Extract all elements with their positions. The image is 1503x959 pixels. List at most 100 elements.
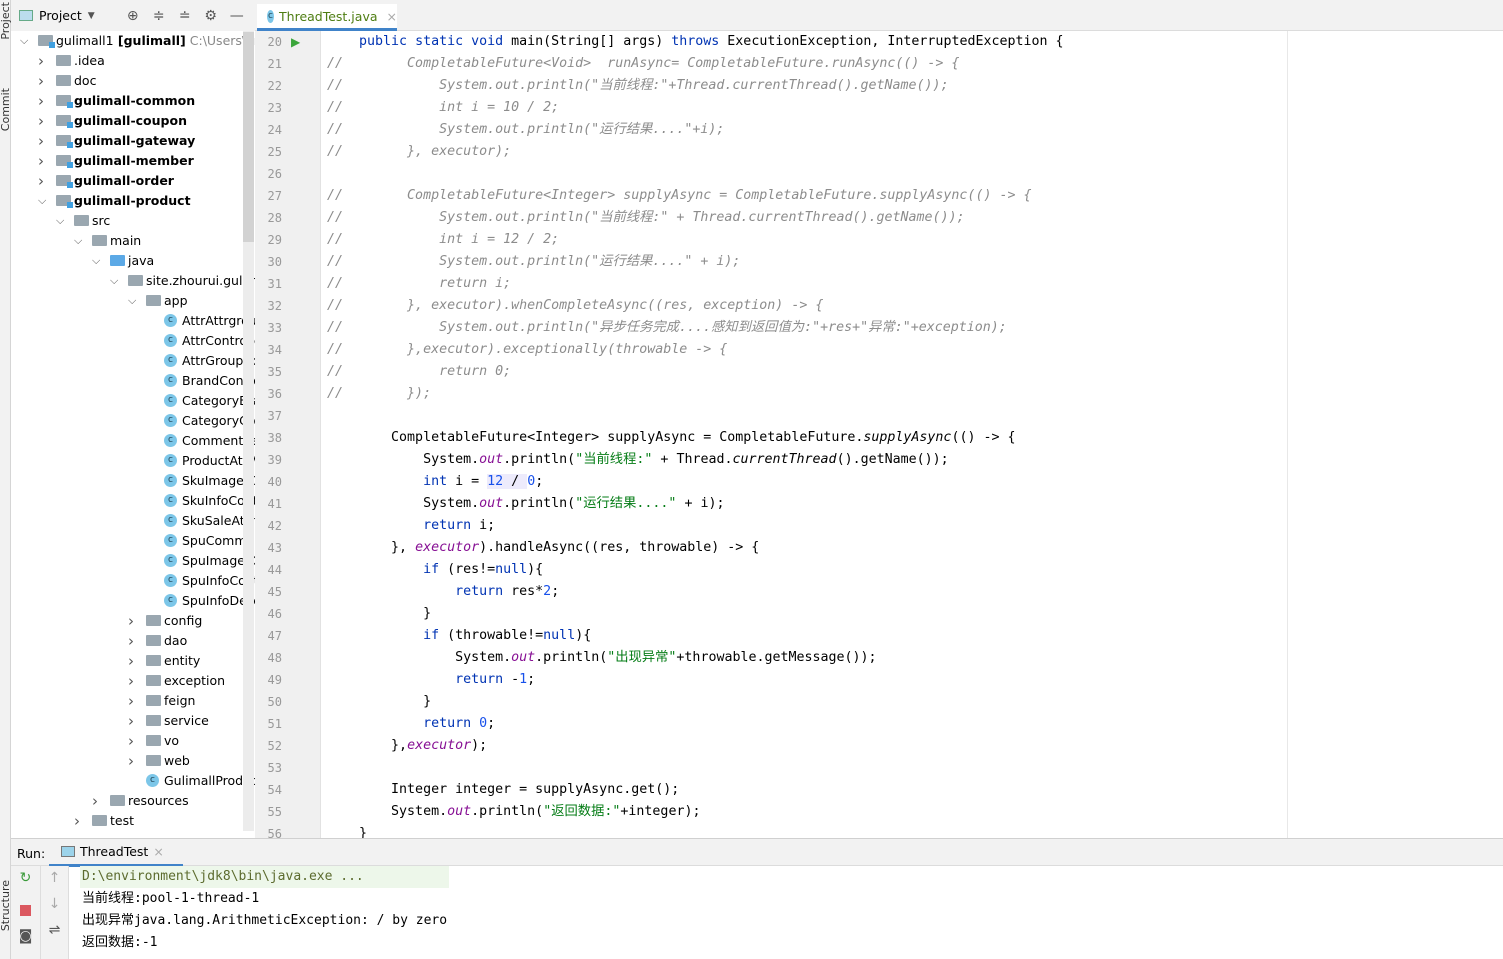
chevron-down-icon[interactable]: ⌵	[20, 31, 28, 51]
rerun-icon[interactable]: ↻	[11, 870, 40, 886]
chevron-right-icon[interactable]: ›	[38, 71, 44, 91]
minimize-icon[interactable]: —	[227, 8, 247, 24]
tree-item[interactable]: cSpuInfoDescController	[11, 591, 255, 611]
run-gutter-icon[interactable]: ▶	[291, 31, 300, 53]
chevron-right-icon[interactable]: ›	[38, 131, 44, 151]
camera-icon[interactable]: ◙	[11, 928, 40, 944]
code-token: ){	[527, 562, 544, 577]
folder-icon	[146, 295, 161, 306]
chevron-down-icon[interactable]: ⌵	[128, 291, 136, 311]
code-editor[interactable]: 20 ▶ public static void main(String[] arg…	[255, 31, 1503, 838]
code-line: 46 }	[255, 603, 1503, 625]
chevron-right-icon[interactable]: ›	[38, 151, 44, 171]
tree-item[interactable]: › config	[11, 611, 251, 631]
chevron-right-icon[interactable]: ›	[128, 751, 134, 771]
tree-item[interactable]: cAttrGroupController	[11, 351, 255, 371]
tree-item[interactable]: cAttrController	[11, 331, 255, 351]
console-output[interactable]: D:\environment\jdk8\bin\java.exe ... 当前线程…	[80, 866, 450, 954]
tree-item-label: vo	[164, 733, 180, 748]
tree-item[interactable]: cSkuImagesController	[11, 471, 255, 491]
tree-item[interactable]: cSkuSaleAttrValueController	[11, 511, 255, 531]
tree-item[interactable]: cSkuInfoController	[11, 491, 255, 511]
tree-scrollbar-thumb[interactable]	[243, 32, 254, 242]
chevron-right-icon[interactable]: ›	[128, 731, 134, 751]
tree-item[interactable]: cAttrAttrgroupRelationController	[11, 311, 255, 331]
tree-item[interactable]: c GulimallProductApplication	[11, 771, 255, 791]
tree-item[interactable]: › gulimall-member	[11, 151, 251, 171]
chevron-right-icon[interactable]: ›	[128, 671, 134, 691]
chevron-down-icon[interactable]: ⌵	[74, 231, 82, 251]
tree-item[interactable]: › entity	[11, 651, 251, 671]
arrow-up-icon[interactable]: ↑	[41, 870, 68, 886]
tree-item[interactable]: › dao	[11, 631, 251, 651]
chevron-right-icon[interactable]: ›	[128, 651, 134, 671]
tree-item[interactable]: cSpuImagesController	[11, 551, 255, 571]
chevron-right-icon[interactable]: ›	[38, 51, 44, 71]
arrow-down-icon[interactable]: ↓	[41, 896, 68, 912]
tree-item[interactable]: › vo	[11, 731, 251, 751]
tree-item[interactable]: › gulimall-order	[11, 171, 251, 191]
tree-item[interactable]: ⌵ gulimall-product	[11, 191, 251, 211]
code-line: 49 return -1;	[255, 669, 1503, 691]
tree-item[interactable]: cSpuCommentController	[11, 531, 255, 551]
chevron-right-icon[interactable]: ›	[128, 611, 134, 631]
tree-item[interactable]: › gulimall-gateway	[11, 131, 251, 151]
locate-icon[interactable]: ⊕	[123, 8, 143, 24]
expand-all-icon[interactable]: ≑	[149, 8, 169, 24]
tree-item[interactable]: › doc	[11, 71, 251, 91]
code-line: 24 // System.out.println("运行结果...."+i);	[255, 119, 1503, 141]
code-token: int	[423, 474, 448, 489]
tree-item[interactable]: › .idea	[11, 51, 251, 71]
close-icon[interactable]: ×	[387, 9, 397, 24]
run-tab-threadtest[interactable]: ThreadTest ×	[49, 839, 183, 867]
project-view-selector[interactable]: Project	[39, 8, 82, 23]
tree-item[interactable]: › test	[11, 811, 251, 831]
tree-item[interactable]: › web	[11, 751, 251, 771]
chevron-down-icon[interactable]: ⌵	[92, 251, 100, 271]
close-icon[interactable]: ×	[153, 844, 163, 859]
tree-item[interactable]: ⌵ java	[11, 251, 251, 271]
code-token: out	[479, 496, 504, 511]
chevron-down-icon[interactable]: ⌵	[110, 271, 118, 291]
chevron-right-icon[interactable]: ›	[38, 91, 44, 111]
gear-icon[interactable]: ⚙	[201, 8, 221, 24]
line-number: 45	[267, 585, 282, 599]
chevron-down-icon[interactable]: ▼	[88, 11, 95, 21]
code-token: return	[423, 518, 472, 533]
collapse-all-icon[interactable]: ≐	[175, 8, 195, 24]
tab-threadtest-java[interactable]: c ThreadTest.java ×	[257, 4, 397, 31]
stop-icon[interactable]	[11, 904, 40, 920]
tree-item[interactable]: cBrandController	[11, 371, 255, 391]
code-token: +throwable.getMessage());	[676, 650, 877, 665]
tree-item[interactable]: ⌵ app	[11, 291, 251, 311]
tree-item[interactable]: › gulimall-coupon	[11, 111, 251, 131]
tree-item[interactable]: ⌵ src	[11, 211, 251, 231]
chevron-right-icon[interactable]: ›	[38, 111, 44, 131]
tree-item[interactable]: › exception	[11, 671, 251, 691]
tree-item[interactable]: › resources	[11, 791, 251, 811]
tree-item[interactable]: cSpuInfoController	[11, 571, 255, 591]
soft-wrap-icon[interactable]: ⇌	[41, 922, 68, 938]
tree-item[interactable]: › feign	[11, 691, 251, 711]
chevron-right-icon[interactable]: ›	[74, 811, 80, 831]
chevron-right-icon[interactable]: ›	[92, 791, 98, 811]
chevron-down-icon[interactable]: ⌵	[56, 211, 64, 231]
chevron-right-icon[interactable]: ›	[128, 631, 134, 651]
tree-item[interactable]: cCategoryBrandRelationController	[11, 391, 255, 411]
tree-item[interactable]: ⌵ gulimall1 [gulimall] C:\Users\eric	[11, 31, 255, 51]
tree-item[interactable]: cCategoryController	[11, 411, 255, 431]
tree-item[interactable]: › gulimall-common	[11, 91, 251, 111]
left-tool-strip: Project Commit Structure	[0, 0, 12, 959]
tree-item[interactable]: ⌵ site.zhourui.gulimall	[11, 271, 255, 291]
chevron-right-icon[interactable]: ›	[38, 171, 44, 191]
chevron-down-icon[interactable]: ⌵	[38, 191, 46, 211]
code-text: // return i;	[327, 273, 511, 295]
tree-item[interactable]: ⌵ main	[11, 231, 251, 251]
chevron-right-icon[interactable]: ›	[128, 711, 134, 731]
chevron-right-icon[interactable]: ›	[128, 691, 134, 711]
tree-item[interactable]: cCommentReplayController	[11, 431, 255, 451]
tree-item[interactable]: › service	[11, 711, 251, 731]
tree-item[interactable]: cProductAttrValueController	[11, 451, 255, 471]
code-token: ;	[527, 672, 536, 687]
console-line: 出现异常java.lang.ArithmeticException: / by …	[82, 913, 448, 928]
